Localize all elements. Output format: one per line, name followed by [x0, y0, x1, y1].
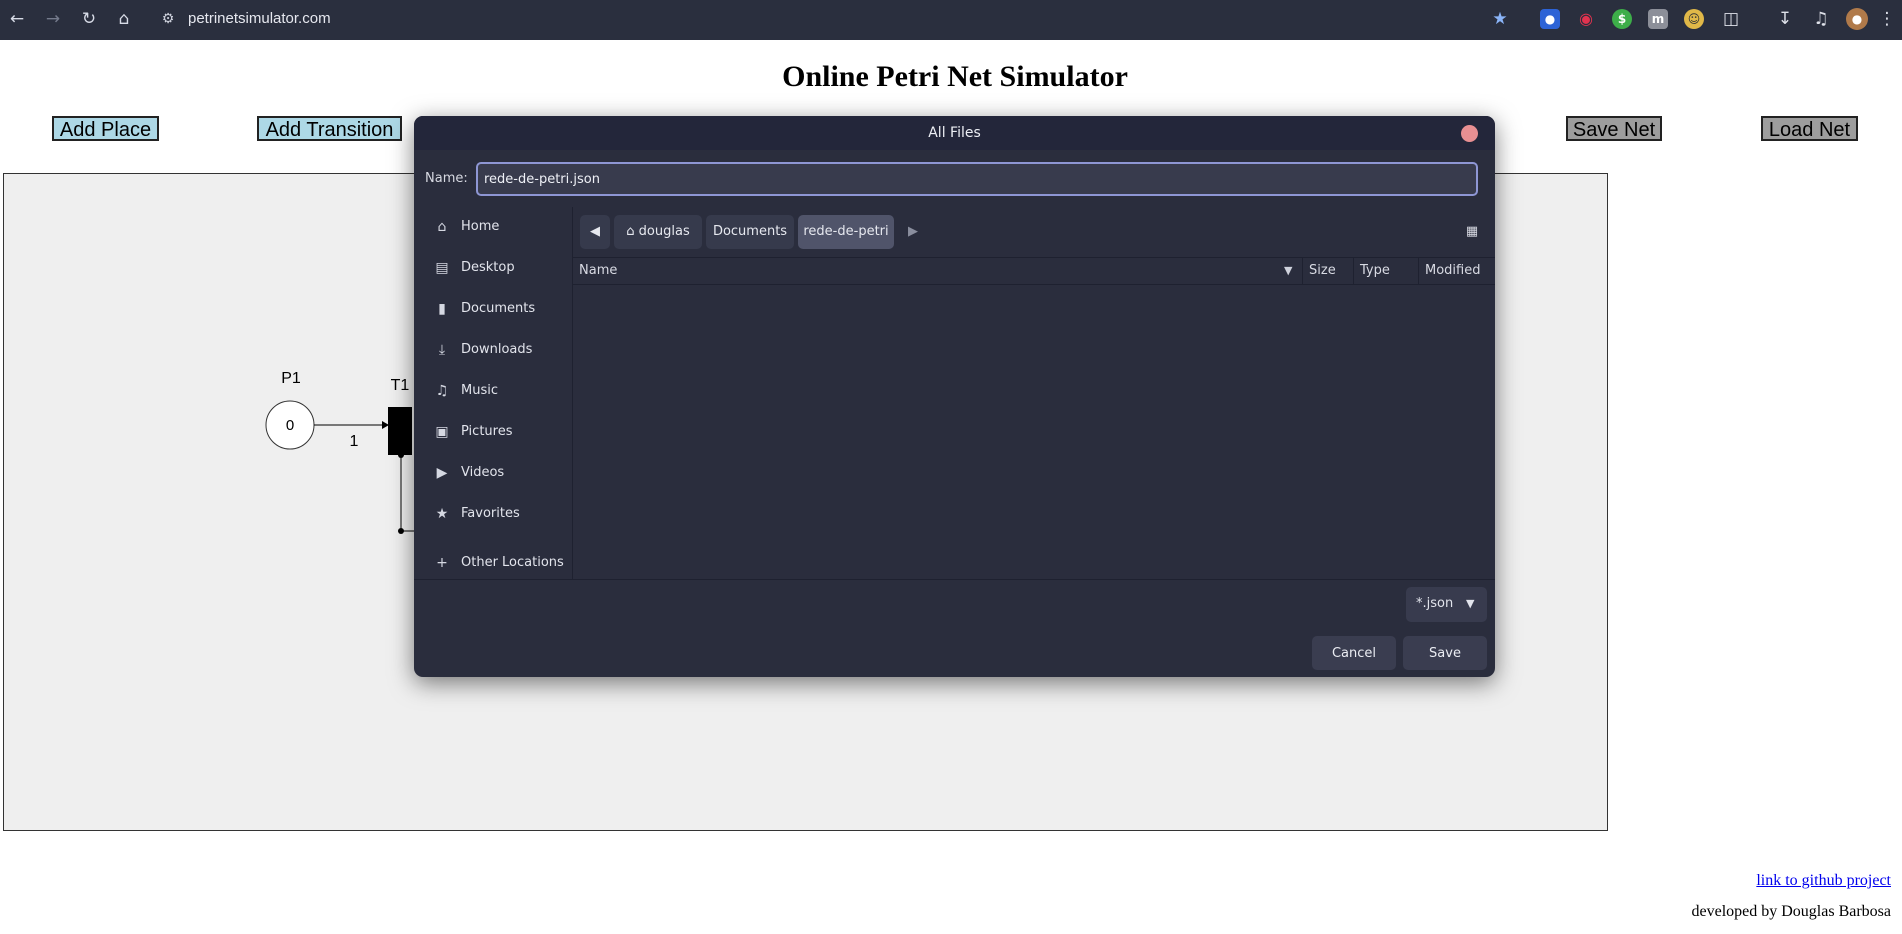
- path-forward-arrow-icon[interactable]: ▶: [898, 215, 928, 249]
- sidebar-item-label: Downloads: [461, 342, 533, 357]
- column-divider: [1418, 258, 1419, 284]
- arc-arrowhead: [382, 421, 389, 429]
- arc-joint-top: [398, 452, 404, 458]
- reload-icon[interactable]: ↻: [78, 8, 100, 30]
- sidebar-item-label: Other Locations: [461, 555, 564, 570]
- browser-toolbar: ← → ↻ ⌂ ⚙ petrinetsimulator.com ★ ● ◉ $ …: [0, 0, 1902, 40]
- column-type[interactable]: Type: [1360, 263, 1390, 279]
- plus-icon: +: [436, 555, 448, 571]
- shield-extension-icon[interactable]: ●: [1540, 9, 1560, 29]
- path-segment-home[interactable]: ⌂ douglas: [614, 215, 702, 249]
- document-icon: ▮: [438, 301, 446, 317]
- page-title: Online Petri Net Simulator: [782, 60, 1128, 93]
- home-icon: ⌂: [626, 224, 635, 239]
- home-icon: ⌂: [437, 219, 447, 235]
- sidebar-item-label: Documents: [461, 301, 536, 316]
- media-playlist-icon[interactable]: ♫: [1810, 8, 1832, 30]
- developer-credit: developed by Douglas Barbosa: [1691, 903, 1891, 920]
- sidebar-item-label: Favorites: [461, 506, 520, 521]
- arc-weight: 1: [350, 433, 359, 450]
- desktop-icon: ▤: [435, 260, 449, 276]
- dialog-close-button[interactable]: [1461, 125, 1478, 142]
- bookmark-star-icon[interactable]: ★: [1489, 8, 1511, 30]
- arc-joint-bottom: [398, 528, 404, 534]
- sidebar-item-downloads[interactable]: ⤓ Downloads: [424, 335, 569, 365]
- profile-avatar[interactable]: ●: [1846, 8, 1868, 30]
- filename-label: Name:: [425, 171, 468, 186]
- sidebar-item-favorites[interactable]: ★ Favorites: [424, 499, 569, 529]
- sidebar-item-music[interactable]: ♫ Music: [424, 376, 569, 406]
- video-icon: ▶: [436, 465, 448, 481]
- download-icon[interactable]: ↧: [1774, 8, 1796, 30]
- path-back-arrow-icon[interactable]: ◀: [580, 215, 610, 249]
- m-extension-icon[interactable]: m: [1648, 9, 1668, 29]
- sort-descending-icon[interactable]: ▼: [1284, 264, 1292, 278]
- add-place-button[interactable]: Add Place: [52, 116, 159, 141]
- home-icon[interactable]: ⌂: [113, 8, 135, 30]
- download-icon: ⤓: [438, 342, 446, 358]
- smiley-extension-icon[interactable]: ☺: [1684, 9, 1704, 29]
- address-bar[interactable]: petrinetsimulator.com: [188, 9, 331, 29]
- save-file-dialog: All Files Name: ⌂ Home ▤ Desktop ▮ Docum…: [414, 116, 1495, 677]
- file-type-filter-value: *.json: [1416, 596, 1454, 611]
- places-sidebar: ⌂ Home ▤ Desktop ▮ Documents ⤓ Downloads…: [414, 207, 573, 579]
- path-segment-label: douglas: [638, 224, 690, 239]
- add-transition-button[interactable]: Add Transition: [257, 116, 402, 141]
- sidebar-item-label: Videos: [461, 465, 505, 480]
- save-net-button[interactable]: Save Net: [1566, 116, 1662, 141]
- dialog-title: All Files: [928, 125, 981, 141]
- sidebar-item-other-locations[interactable]: + Other Locations: [424, 548, 569, 578]
- sidebar-item-pictures[interactable]: ▣ Pictures: [424, 417, 569, 447]
- sidebar-item-desktop[interactable]: ▤ Desktop: [424, 253, 569, 283]
- file-type-filter[interactable]: *.json ▼: [1406, 587, 1487, 622]
- dialog-divider: [414, 579, 1495, 580]
- chevron-down-icon: ▼: [1466, 597, 1475, 610]
- kebab-menu-icon[interactable]: ⋮: [1876, 8, 1898, 30]
- back-arrow-icon[interactable]: ←: [6, 8, 28, 30]
- place-token-count: 0: [286, 417, 294, 434]
- sidebar-item-label: Pictures: [461, 424, 513, 439]
- load-net-button[interactable]: Load Net: [1761, 116, 1858, 141]
- file-list-header: Name ▼ Size Type Modified: [573, 257, 1495, 285]
- star-icon: ★: [435, 506, 449, 522]
- column-name[interactable]: Name: [579, 263, 617, 279]
- filename-input[interactable]: [476, 162, 1478, 196]
- music-icon: ♫: [435, 383, 449, 399]
- record-extension-icon[interactable]: ◉: [1576, 9, 1596, 29]
- github-project-link[interactable]: link to github project: [1756, 872, 1891, 890]
- column-size[interactable]: Size: [1309, 263, 1336, 279]
- path-segment-current[interactable]: rede-de-petri: [798, 215, 894, 249]
- sidebar-item-videos[interactable]: ▶ Videos: [424, 458, 569, 488]
- file-list-area[interactable]: [573, 284, 1495, 579]
- site-settings-icon[interactable]: ⚙: [158, 9, 178, 29]
- transition-node[interactable]: [388, 407, 412, 455]
- column-divider: [1302, 258, 1303, 284]
- puzzle-extensions-icon[interactable]: ◫: [1720, 8, 1742, 30]
- sidebar-item-home[interactable]: ⌂ Home: [424, 212, 569, 242]
- place-label: P1: [281, 370, 301, 387]
- new-folder-icon[interactable]: ▦: [1463, 223, 1481, 241]
- dollar-extension-icon[interactable]: $: [1612, 9, 1632, 29]
- sidebar-item-label: Home: [461, 219, 500, 234]
- sidebar-item-label: Music: [461, 383, 498, 398]
- save-button[interactable]: Save: [1403, 636, 1487, 670]
- transition-label: T1: [391, 377, 410, 394]
- path-segment-documents[interactable]: Documents: [706, 215, 794, 249]
- column-divider: [1353, 258, 1354, 284]
- cancel-button[interactable]: Cancel: [1312, 636, 1396, 670]
- forward-arrow-icon[interactable]: →: [42, 8, 64, 30]
- picture-icon: ▣: [435, 424, 449, 440]
- column-modified[interactable]: Modified: [1425, 263, 1480, 279]
- sidebar-item-label: Desktop: [461, 260, 515, 275]
- sidebar-item-documents[interactable]: ▮ Documents: [424, 294, 569, 324]
